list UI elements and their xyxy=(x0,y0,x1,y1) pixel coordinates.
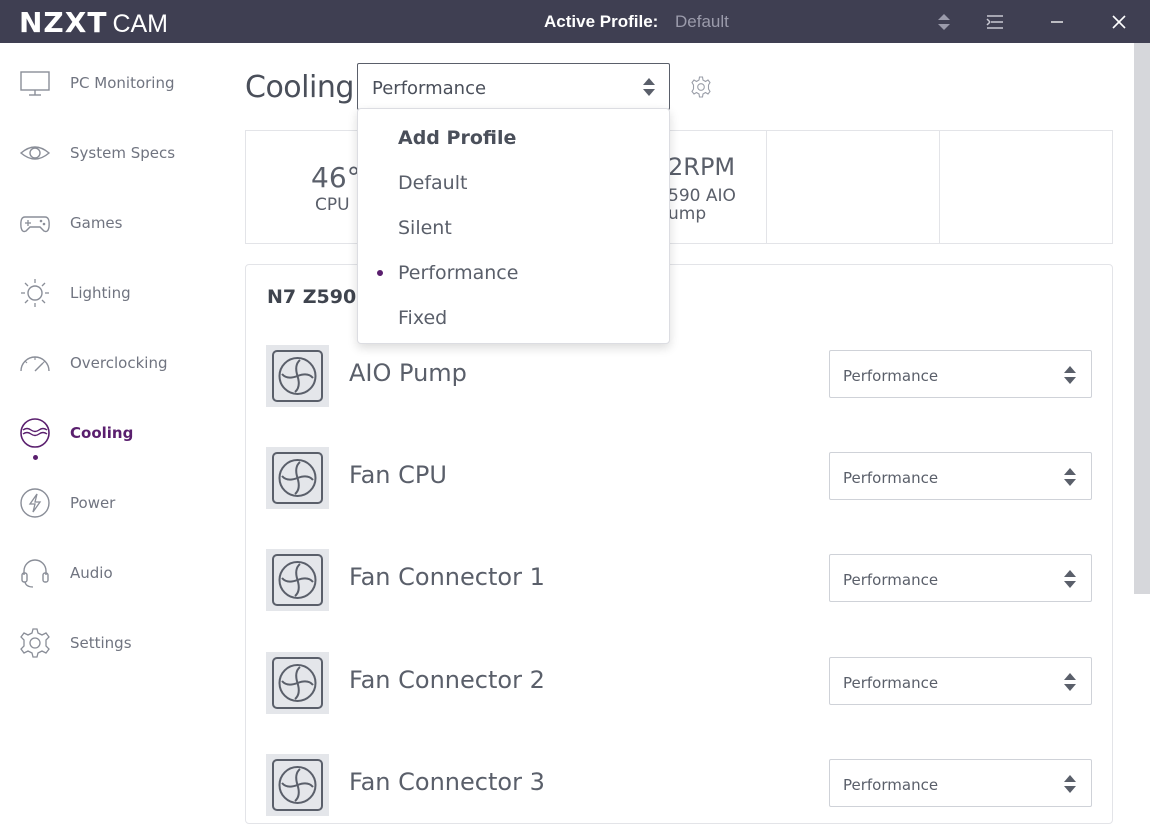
sidebar-item-label: Settings xyxy=(70,634,132,652)
active-profile-label: Active Profile: xyxy=(544,12,659,31)
device-profile-select[interactable]: Performance xyxy=(829,657,1092,705)
sidebar-item-audio[interactable]: Audio xyxy=(0,538,230,608)
stat-cpu-label: CPU xyxy=(315,195,350,215)
updown-arrows-icon xyxy=(1064,673,1076,691)
stat-divider xyxy=(939,131,940,243)
sidebar-item-overclocking[interactable]: Overclocking xyxy=(0,328,230,398)
dropdown-item-add-profile[interactable]: Add Profile xyxy=(398,127,516,149)
stat-divider xyxy=(766,131,767,243)
device-row-fan-connector-2: Fan Connector 2 Performance xyxy=(266,652,1096,716)
stat-pump-label: 590 AIO xyxy=(668,186,736,206)
headset-icon xyxy=(21,559,49,588)
device-profile-value: Performance xyxy=(843,469,939,487)
dropdown-item-performance[interactable]: Performance xyxy=(398,262,518,284)
device-row-fan-connector-3: Fan Connector 3 Performance xyxy=(266,754,1096,818)
sidebar-item-label: System Specs xyxy=(70,144,176,162)
fan-icon xyxy=(266,549,329,611)
stat-pump-label-2: ump xyxy=(668,204,707,224)
device-name: Fan Connector 3 xyxy=(349,768,545,796)
page-title: Cooling xyxy=(245,70,354,105)
sidebar-item-label: Lighting xyxy=(70,284,131,302)
fan-icon xyxy=(266,754,329,816)
profile-settings-gear-icon[interactable] xyxy=(690,76,712,98)
sidebar-item-pc-monitoring[interactable]: PC Monitoring xyxy=(0,48,230,118)
eye-icon xyxy=(19,146,51,160)
fan-icon xyxy=(266,652,329,714)
scrollbar-thumb[interactable] xyxy=(1134,43,1150,594)
dropdown-item-default[interactable]: Default xyxy=(398,172,467,194)
device-profile-value: Performance xyxy=(843,776,939,794)
stat-cpu-temp-value: 46° xyxy=(311,161,361,194)
dropdown-item-fixed[interactable]: Fixed xyxy=(398,307,447,329)
sidebar-item-games[interactable]: Games xyxy=(0,188,230,258)
gear-icon xyxy=(20,628,50,658)
cooling-icon xyxy=(20,418,50,448)
selected-dot-icon xyxy=(377,270,383,276)
device-profile-value: Performance xyxy=(843,674,939,692)
sidebar-item-lighting[interactable]: Lighting xyxy=(0,258,230,328)
sidebar-item-system-specs[interactable]: System Specs xyxy=(0,118,230,188)
minimize-icon[interactable] xyxy=(1042,0,1072,43)
gauge-icon xyxy=(20,356,50,372)
dropdown-item-silent[interactable]: Silent xyxy=(398,217,452,239)
device-title: N7 Z590 xyxy=(267,286,357,308)
sidebar-item-label: PC Monitoring xyxy=(70,74,175,92)
sidebar-item-cooling[interactable]: Cooling xyxy=(0,398,230,468)
close-icon[interactable] xyxy=(1104,0,1134,43)
device-name: AIO Pump xyxy=(349,359,467,387)
profile-updown-icon[interactable] xyxy=(929,0,959,43)
updown-arrows-icon xyxy=(1064,366,1076,384)
profile-dropdown-menu: Add Profile Default Silent Performance F… xyxy=(357,108,670,344)
sun-icon xyxy=(21,279,49,307)
updown-arrows-icon xyxy=(1064,570,1076,588)
logo-sub: CAM xyxy=(112,10,168,38)
updown-arrows-icon xyxy=(643,78,655,96)
device-profile-select[interactable]: Performance xyxy=(829,452,1092,500)
gamepad-icon xyxy=(20,216,50,233)
sidebar-item-label: Audio xyxy=(70,564,113,582)
device-row-fan-connector-1: Fan Connector 1 Performance xyxy=(266,549,1096,613)
cooling-profile-select-value: Performance xyxy=(372,78,487,99)
device-row-fan-cpu: Fan CPU Performance xyxy=(266,447,1096,511)
device-profile-select[interactable]: Performance xyxy=(829,554,1092,602)
sidebar-item-label: Games xyxy=(70,214,123,232)
active-indicator-dot xyxy=(33,455,38,460)
device-name: Fan CPU xyxy=(349,461,447,489)
device-row-aio-pump: AIO Pump Performance xyxy=(266,345,1096,409)
nzxt-cam-logo: NZXT CAM xyxy=(19,6,168,39)
sidebar-item-label: Cooling xyxy=(70,424,134,442)
cooling-profile-select[interactable]: Performance xyxy=(357,63,670,110)
fan-icon xyxy=(266,447,329,509)
fan-icon xyxy=(266,345,329,407)
monitor-icon xyxy=(20,71,50,96)
active-profile-value[interactable]: Default xyxy=(675,12,729,32)
logo-main: NZXT xyxy=(19,6,108,39)
device-profile-select[interactable]: Performance xyxy=(829,350,1092,398)
updown-arrows-icon xyxy=(1064,775,1076,793)
sidebar: PC Monitoring System Specs Games Lightin… xyxy=(0,43,230,800)
sidebar-item-label: Overclocking xyxy=(70,354,168,372)
device-name: Fan Connector 1 xyxy=(349,563,545,591)
title-bar: NZXT CAM Active Profile: Default xyxy=(0,0,1150,43)
device-profile-value: Performance xyxy=(843,367,939,385)
sidebar-item-settings[interactable]: Settings xyxy=(0,608,230,678)
stat-pump-rpm-value: 2RPM xyxy=(668,153,736,181)
power-icon xyxy=(20,488,50,518)
sidebar-item-power[interactable]: Power xyxy=(0,468,230,538)
updown-arrows-icon xyxy=(1064,468,1076,486)
device-profile-value: Performance xyxy=(843,571,939,589)
menu-icon[interactable] xyxy=(980,0,1010,43)
scrollbar[interactable] xyxy=(1133,43,1150,800)
sidebar-item-label: Power xyxy=(70,494,116,512)
device-name: Fan Connector 2 xyxy=(349,666,545,694)
